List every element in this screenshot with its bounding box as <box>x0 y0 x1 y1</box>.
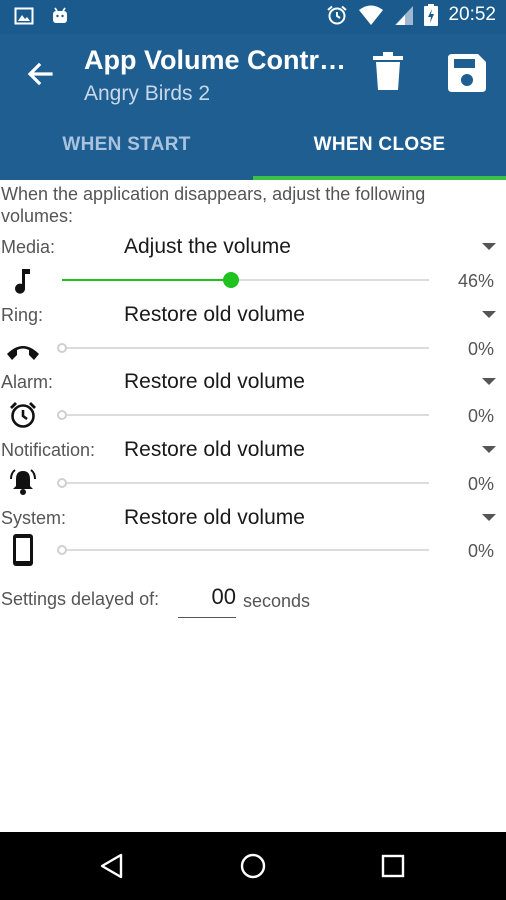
delay-seconds-input[interactable]: 00 <box>178 584 236 618</box>
tab-indicator <box>253 176 506 180</box>
ring-volume-slider[interactable] <box>57 343 429 353</box>
media-volume-thumb[interactable] <box>222 272 239 288</box>
music-note-icon <box>15 269 30 294</box>
ring-mode-dropdown[interactable]: Restore old volume <box>124 303 305 327</box>
delete-icon[interactable] <box>372 52 404 92</box>
smartphone-icon <box>13 534 33 566</box>
recents-nav-icon[interactable] <box>377 850 409 882</box>
android-notification-icon <box>53 7 67 23</box>
system-volume-thumb[interactable] <box>57 545 67 555</box>
alarm-dropdown-arrow-icon[interactable] <box>482 378 496 385</box>
status-time: 20:52 <box>448 4 496 25</box>
media-label: Media: <box>1 237 56 257</box>
ring-dropdown-arrow-icon[interactable] <box>482 311 496 318</box>
alarm-status-icon <box>327 5 348 25</box>
system-mode-dropdown[interactable]: Restore old volume <box>124 506 305 530</box>
alarm-mode-dropdown[interactable]: Restore old volume <box>124 370 305 394</box>
media-volume-percent: 46% <box>457 271 494 291</box>
notification-volume-percent: 0% <box>467 474 494 494</box>
notification-mode-dropdown[interactable]: Restore old volume <box>124 438 305 462</box>
notification-volume-slider[interactable] <box>57 478 429 488</box>
bell-icon <box>10 469 36 495</box>
system-dropdown-arrow-icon[interactable] <box>482 514 496 521</box>
tab-when-start[interactable]: WHEN START <box>0 112 253 178</box>
wifi-icon <box>359 5 384 25</box>
save-icon[interactable] <box>448 54 486 92</box>
ring-label: Ring: <box>1 305 44 325</box>
ring-volume-percent: 0% <box>467 339 494 359</box>
back-nav-icon[interactable] <box>97 850 129 882</box>
system-volume-percent: 0% <box>467 541 494 561</box>
media-dropdown-arrow-icon[interactable] <box>482 243 496 250</box>
phone-hangup-icon <box>7 346 39 360</box>
alarm-volume-thumb[interactable] <box>57 410 67 420</box>
notification-dropdown-arrow-icon[interactable] <box>482 446 496 453</box>
description-text: When the application disappears, adjust … <box>1 184 426 226</box>
tab-bar: WHEN START WHEN CLOSE <box>0 112 506 180</box>
system-volume-slider[interactable] <box>57 545 429 555</box>
image-notification-icon <box>14 7 34 25</box>
status-bar: 20:52 <box>0 0 506 34</box>
ring-volume-thumb[interactable] <box>57 343 67 353</box>
page-title: App Volume Contr… <box>84 45 346 75</box>
alarm-volume-slider[interactable] <box>57 410 429 420</box>
back-arrow-icon[interactable] <box>22 56 58 92</box>
app-bar: App Volume Contr… Angry Birds 2 <box>0 34 506 112</box>
tab-when-close[interactable]: WHEN CLOSE <box>253 112 506 178</box>
delay-label: Settings delayed of: <box>1 589 160 609</box>
page-subtitle: Angry Birds 2 <box>84 82 211 105</box>
navigation-bar <box>0 832 506 900</box>
media-volume-fill <box>62 279 231 281</box>
alarm-clock-icon <box>10 402 36 428</box>
cell-signal-icon <box>395 6 414 25</box>
alarm-label: Alarm: <box>1 372 54 392</box>
battery-icon <box>424 4 439 26</box>
notification-label: Notification: <box>1 440 96 460</box>
media-volume-slider[interactable] <box>62 272 429 288</box>
system-label: System: <box>1 508 67 528</box>
notification-volume-thumb[interactable] <box>57 478 67 488</box>
media-mode-dropdown[interactable]: Adjust the volume <box>124 235 291 259</box>
alarm-volume-percent: 0% <box>467 406 494 426</box>
delay-unit-label: seconds <box>243 591 311 611</box>
home-nav-icon[interactable] <box>237 850 269 882</box>
